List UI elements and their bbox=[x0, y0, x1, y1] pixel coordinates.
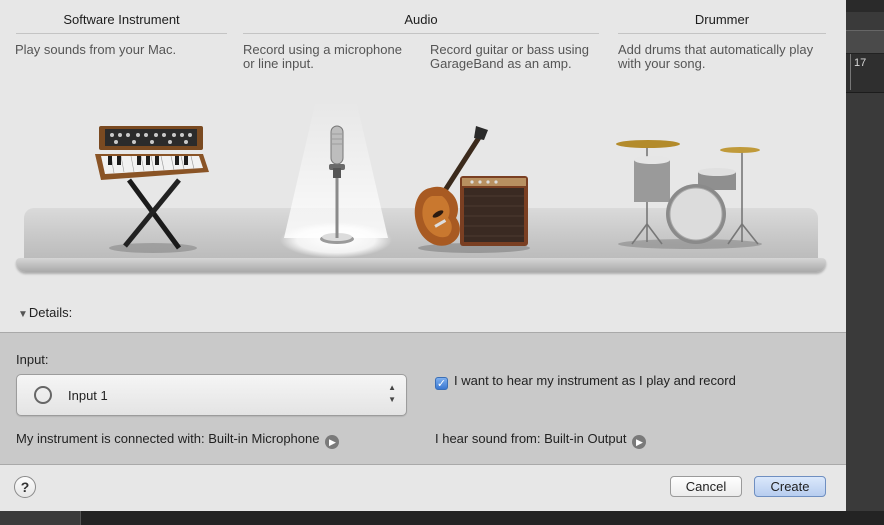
create-button[interactable]: Create bbox=[754, 476, 826, 497]
output-source: I hear sound from: Built-in Output ▶ bbox=[435, 431, 647, 449]
input-label: Input: bbox=[16, 352, 49, 367]
heading-software-instrument: Software Instrument bbox=[63, 12, 180, 27]
arrow-right-icon[interactable]: ▶ bbox=[632, 435, 647, 449]
ruler-number: 17 bbox=[854, 57, 867, 69]
desc-line: Record using a microphone bbox=[243, 42, 402, 57]
checkbox-checked-icon[interactable]: ✓ bbox=[435, 377, 448, 390]
background-control-bar bbox=[846, 30, 884, 54]
details-panel: Input: Input 1 ▲ ▼ ✓ I want to hear my ins… bbox=[0, 332, 846, 465]
stage-lip bbox=[16, 258, 826, 272]
details-label: Details: bbox=[28, 305, 73, 320]
instrument-connection: My instrument is connected with: Built-i… bbox=[16, 431, 340, 449]
heading-audio: Audio bbox=[404, 12, 438, 27]
desc-line: Add drums that automatically play bbox=[618, 42, 814, 57]
help-button[interactable]: ? bbox=[14, 476, 36, 498]
new-track-dialog: Software Instrument Audio Drummer Play s… bbox=[0, 0, 846, 511]
input-ring-icon bbox=[34, 386, 52, 404]
stepper-arrows-icon: ▲ ▼ bbox=[388, 383, 396, 404]
desc-line: GarageBand as an amp. bbox=[430, 56, 572, 71]
background-ruler: 17 bbox=[846, 54, 884, 93]
heading-divider bbox=[16, 33, 227, 34]
cancel-button[interactable]: Cancel bbox=[670, 476, 742, 497]
background-bottom-segment bbox=[0, 511, 81, 525]
heading-drummer: Drummer bbox=[694, 12, 750, 27]
microphone-icon[interactable] bbox=[318, 124, 356, 246]
monitor-label: I want to hear my instrument as I play a… bbox=[454, 373, 736, 388]
disclosure-triangle-icon: ▼ bbox=[18, 309, 28, 320]
input-value: Input 1 bbox=[68, 388, 108, 403]
keyboard-icon[interactable] bbox=[95, 124, 210, 256]
drum-kit-icon[interactable] bbox=[612, 134, 768, 250]
desc-microphone: Record using a microphone or line input. bbox=[243, 43, 402, 71]
connection-label: My instrument is connected with: Built-i… bbox=[16, 431, 320, 446]
desc-line: with your song. bbox=[618, 56, 706, 71]
heading-divider bbox=[243, 33, 599, 34]
desc-guitar: Record guitar or bass using GarageBand a… bbox=[430, 43, 589, 71]
background-app-edge: 17 bbox=[846, 0, 884, 525]
desc-line: Record guitar or bass using bbox=[430, 42, 589, 57]
guitar-amp-icon[interactable] bbox=[412, 126, 532, 256]
details-disclosure[interactable]: ▼Details: bbox=[18, 305, 72, 320]
ruler-tick bbox=[850, 54, 851, 90]
input-select[interactable]: Input 1 ▲ ▼ bbox=[16, 374, 407, 416]
background-bottom-bar bbox=[0, 511, 884, 525]
arrow-right-icon[interactable]: ▶ bbox=[325, 435, 340, 449]
desc-line: Play sounds from your Mac. bbox=[15, 42, 177, 57]
desc-drummer: Add drums that automatically play with y… bbox=[618, 43, 813, 71]
desc-software-instrument: Play sounds from your Mac. bbox=[15, 43, 176, 57]
output-label: I hear sound from: Built-in Output bbox=[435, 431, 627, 446]
desc-line: or line input. bbox=[243, 56, 314, 71]
heading-divider bbox=[618, 33, 826, 34]
background-toolbar bbox=[846, 0, 884, 12]
monitor-checkbox[interactable]: ✓ I want to hear my instrument as I play … bbox=[435, 373, 736, 390]
